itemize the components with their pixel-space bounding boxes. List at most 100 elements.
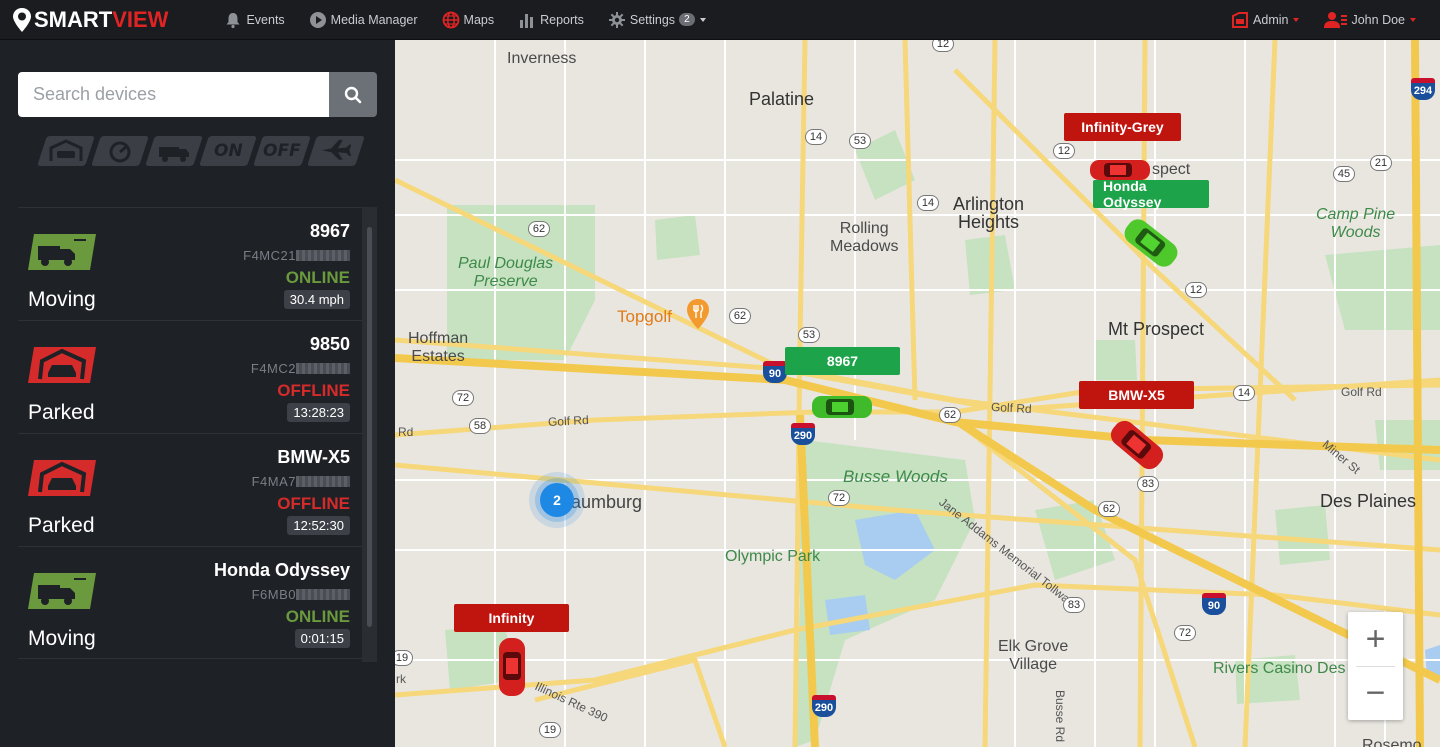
interstate-shield: 90	[1202, 593, 1226, 615]
red-car-icon[interactable]	[487, 634, 537, 700]
filter-parked[interactable]	[145, 136, 203, 166]
device-list-item[interactable]: Parked 9850 F4MC2 OFFLINE 13:28:23	[18, 320, 362, 433]
settings-badge: 2	[679, 13, 695, 26]
device-list-item[interactable]: Parked BMW-X5 F4MA7 OFFLINE 12:52:30	[18, 433, 362, 546]
device-id-text: F4MC21	[243, 248, 296, 263]
device-name: Honda Odyssey	[213, 560, 350, 580]
place-label: Mt Prospect	[1108, 319, 1205, 339]
nav-media-manager[interactable]: Media Manager	[309, 0, 418, 40]
red-car-icon[interactable]	[1102, 412, 1172, 478]
search-input[interactable]	[18, 72, 329, 117]
restaurant-pin-icon[interactable]	[685, 298, 711, 330]
place-label: spect	[1152, 161, 1191, 178]
user-name-label: John Doe	[1351, 12, 1405, 27]
route-shield: 19	[395, 650, 413, 666]
vehicle-label[interactable]: Honda Odyssey	[1093, 178, 1209, 210]
user-icon	[1324, 11, 1348, 28]
parked-garage-icon	[28, 460, 96, 496]
route-shield: 19	[539, 722, 561, 738]
device-state: Parked	[28, 401, 95, 424]
place-label: Busse Woods	[843, 467, 948, 486]
zoom-divider	[1356, 666, 1395, 667]
place-label-line: Rolling	[839, 220, 889, 237]
place-label: Inverness	[507, 50, 577, 67]
place-label: Paul Douglas Preserve	[458, 255, 553, 291]
filter-on[interactable]: ON	[199, 136, 257, 166]
device-list-item[interactable]: Moving Honda Odyssey F6MB0 ONLINE 0:01:1…	[18, 546, 362, 659]
device-list-item[interactable]: Moving 8967 F4MC21 ONLINE 30.4 mph	[18, 207, 362, 320]
nav-events[interactable]: Events	[224, 0, 285, 40]
device-id: F4MC21	[243, 248, 350, 263]
main-nav: Events Media Manager Maps Reports Settin…	[224, 0, 729, 40]
admin-vehicle-icon	[1232, 11, 1249, 28]
search-icon	[344, 86, 362, 103]
connection-status: OFFLINE	[277, 494, 350, 513]
route-shield: 62	[939, 407, 961, 423]
device-name: 9850	[309, 334, 350, 354]
scrollbar-thumb[interactable]	[367, 227, 372, 627]
vehicle-label[interactable]: Infinity	[454, 604, 569, 632]
connection-status: ONLINE	[285, 607, 350, 626]
place-label: Olympic Park	[725, 548, 821, 565]
route-shield: 72	[828, 490, 850, 506]
place-label: Palatine	[749, 89, 815, 109]
cluster-marker[interactable]: 2	[540, 483, 574, 517]
filter-moving[interactable]	[37, 136, 95, 166]
shield-number: 294	[1411, 83, 1435, 100]
green-car-icon[interactable]	[1116, 210, 1186, 276]
admin-menu[interactable]: Admin	[1231, 0, 1300, 40]
top-navigation-bar: SMART VIEW Events Media Manager Maps Repo…	[0, 0, 1440, 40]
smartview-logo[interactable]: SMART VIEW	[12, 0, 168, 40]
device-value-badge: 13:28:23	[287, 403, 350, 422]
road-label: Golf Rd	[547, 412, 590, 430]
nav-reports[interactable]: Reports	[518, 0, 584, 40]
device-list-scrollbar[interactable]	[362, 207, 377, 662]
route-shield: 72	[1174, 625, 1196, 641]
chevron-down-icon	[1293, 17, 1300, 22]
filter-off[interactable]: OFF	[253, 136, 311, 166]
vehicle-label[interactable]: Infinity-Grey	[1064, 113, 1181, 141]
route-shield: 12	[932, 40, 954, 52]
filter-flight[interactable]	[307, 136, 365, 166]
nav-settings-label: Settings	[629, 12, 676, 27]
place-label-line: Village	[1009, 656, 1057, 673]
vehicle-label[interactable]: 8967	[785, 347, 900, 375]
zoom-out-button[interactable]: −	[1348, 666, 1403, 720]
device-name: 8967	[309, 221, 350, 241]
place-label-line: Woods	[1330, 224, 1381, 241]
nav-maps[interactable]: Maps	[442, 0, 495, 40]
device-id-text: F4MA7	[251, 474, 296, 489]
vehicle-label[interactable]: BMW-X5	[1079, 381, 1194, 409]
zoom-in-button[interactable]: +	[1348, 612, 1403, 666]
nav-events-label: Events	[246, 12, 285, 27]
connection-status: ONLINE	[285, 268, 350, 287]
green-car-icon[interactable]	[810, 392, 876, 422]
device-list: Moving 8967 F4MC21 ONLINE 30.4 mph Parke…	[18, 207, 362, 659]
user-menu[interactable]: John Doe	[1323, 0, 1416, 40]
road-label: Golf Rd	[1341, 385, 1382, 399]
place-label: Arlington Heights	[953, 195, 1024, 231]
chevron-down-icon	[1410, 17, 1416, 22]
shield-number: 290	[812, 700, 836, 717]
place-label-line: Arlington	[953, 194, 1025, 214]
bell-icon	[226, 12, 240, 28]
route-shield: 21	[1370, 155, 1392, 171]
route-shield: 62	[729, 308, 751, 324]
route-shield: 62	[1098, 501, 1120, 517]
road-label: Golf Rd	[990, 399, 1033, 417]
route-shield: 53	[849, 133, 871, 149]
place-label: Camp Pine Woods	[1316, 206, 1395, 242]
filter-idle[interactable]	[91, 136, 149, 166]
nav-settings[interactable]: Settings 2	[608, 0, 706, 40]
nav-maps-label: Maps	[463, 12, 495, 27]
map-view[interactable]: Inverness Palatine Arlington Heights Roll…	[395, 40, 1440, 747]
road-label: rk	[396, 672, 406, 686]
place-label: Elk Grove Village	[998, 638, 1068, 674]
route-shield: 58	[469, 418, 491, 434]
device-sidebar: ON OFF Moving 8967 F4MC21 ONLINE 30.4 mp…	[0, 40, 395, 747]
speedometer-icon	[109, 141, 131, 163]
device-value-badge: 12:52:30	[287, 516, 350, 535]
search-button[interactable]	[329, 72, 377, 117]
bar-chart-icon	[520, 13, 534, 28]
globe-icon	[442, 11, 459, 28]
